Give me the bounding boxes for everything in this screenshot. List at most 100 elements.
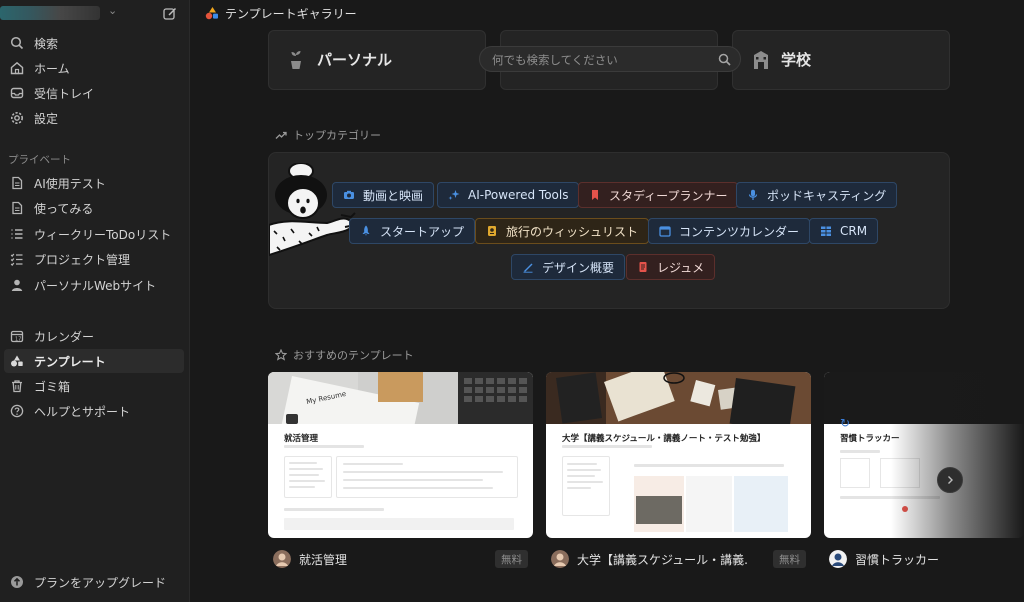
tag-resume[interactable]: レジュメ — [626, 254, 716, 280]
tag-label: 動画と映画 — [363, 188, 424, 203]
shapes-icon — [9, 353, 25, 369]
sidebar-item-templates[interactable]: テンプレート — [4, 349, 184, 373]
tag-study-planner[interactable]: スタディープランナー — [578, 182, 739, 208]
bookmark-icon — [589, 189, 601, 201]
trash-icon — [9, 378, 25, 394]
preview-line — [840, 496, 940, 499]
search-icon — [9, 35, 25, 51]
sidebar-item-label: 設定 — [34, 111, 59, 126]
tag-travel-wishlist[interactable]: 旅行のウィッシュリスト — [475, 218, 650, 244]
sidebar-item-calendar[interactable]: 17 カレンダー — [4, 324, 184, 348]
chevron-right-icon — [948, 476, 953, 484]
preview-dot — [902, 506, 908, 512]
preview-line — [634, 464, 784, 467]
rocket-icon — [360, 225, 372, 237]
tag-label: コンテンツカレンダー — [679, 224, 800, 239]
document-icon — [637, 261, 649, 273]
sidebar-item-label: AI使用テスト — [34, 176, 106, 191]
template-card-university[interactable]: 大学【講義スケジュール・講義ノート・テスト勉強】 — [546, 372, 811, 538]
chevron-down-icon: ⌄ — [108, 4, 118, 17]
tag-videos-movies[interactable]: 動画と映画 — [332, 182, 435, 208]
sidebar-item-label: ホーム — [34, 61, 70, 76]
tag-label: 旅行のウィッシュリスト — [506, 224, 639, 239]
page-icon — [9, 175, 25, 191]
tag-label: スタディープランナー — [609, 188, 728, 203]
author-avatar — [829, 550, 847, 568]
template-preview-title: 大学【講義スケジュール・講義ノート・テスト勉強】 — [562, 434, 766, 444]
star-icon — [275, 349, 287, 361]
tag-label: CRM — [840, 224, 868, 238]
home-icon — [9, 60, 25, 76]
template-card-job-hunting[interactable]: My Resume 就活管理 — [268, 372, 533, 538]
new-page-icon[interactable] — [162, 6, 178, 22]
sidebar-item-label: プロジェクト管理 — [34, 252, 131, 267]
upgrade-arrow-icon — [9, 574, 25, 590]
sidebar-item-label: 使ってみる — [34, 201, 94, 216]
tag-startup[interactable]: スタートアップ — [349, 218, 476, 244]
workspace-switcher[interactable]: ⌄ — [0, 4, 190, 22]
template-name: 就活管理 — [299, 552, 348, 567]
section-title: おすすめのテンプレート — [293, 349, 414, 362]
top-categories-panel: 動画と映画 AI-Powered Tools スタディープランナー ポッドキャス… — [268, 152, 950, 309]
template-meta-university: 大学【講義スケジュール・講義... — [551, 547, 747, 571]
template-preview-title: 習慣トラッカー — [840, 434, 900, 444]
preview-line — [284, 508, 384, 511]
sidebar-item-project[interactable]: プロジェクト管理 — [4, 247, 184, 271]
sidebar-item-inbox[interactable]: 受信トレイ — [4, 81, 184, 105]
sidebar-item-ai-test[interactable]: AI使用テスト — [4, 171, 184, 195]
sidebar-item-home[interactable]: ホーム — [4, 56, 184, 80]
tag-label: スタートアップ — [380, 224, 465, 239]
sidebar-item-try[interactable]: 使ってみる — [4, 196, 184, 220]
template-meta-habit-tracker: 習慣トラッカー — [829, 547, 939, 571]
sidebar-item-personal-web[interactable]: パーソナルWebサイト — [4, 273, 184, 297]
grid-icon — [820, 225, 832, 237]
template-name: 習慣トラッカー — [855, 552, 940, 567]
template-name: 大学【講義スケジュール・講義... — [577, 552, 747, 567]
svg-text:17: 17 — [15, 336, 21, 342]
sidebar-item-settings[interactable]: 設定 — [4, 106, 184, 130]
sidebar-item-label: ゴミ箱 — [34, 379, 71, 394]
workspace-name-blurred — [0, 6, 100, 20]
price-badge: 無料 — [773, 550, 806, 568]
template-card-habit-tracker[interactable]: ↻ 習慣トラッカー — [824, 372, 1024, 538]
upgrade-plan-button[interactable]: プランをアップグレード — [4, 570, 184, 594]
preview-panel — [686, 476, 732, 532]
tag-ai-powered-tools[interactable]: AI-Powered Tools — [437, 182, 580, 208]
gear-icon — [9, 110, 25, 126]
sidebar-item-weekly-todo[interactable]: ウィークリーToDoリスト — [4, 222, 184, 246]
sparkle-icon — [448, 189, 460, 201]
habit-icon: ↻ — [840, 416, 851, 430]
template-gallery-logo-icon — [205, 7, 218, 20]
tag-label: レジュメ — [657, 260, 705, 275]
preview-line — [284, 445, 364, 448]
plant-icon — [291, 51, 301, 69]
carousel-next-button[interactable] — [937, 467, 963, 493]
person-icon — [9, 277, 25, 293]
trending-up-icon — [275, 129, 287, 141]
sidebar-item-search[interactable]: 検索 — [4, 31, 184, 55]
template-cover-image — [546, 372, 811, 424]
preview-table — [336, 456, 518, 498]
category-card-school[interactable]: 学校 — [732, 30, 950, 90]
calendar-icon: 17 — [9, 328, 25, 344]
top-categories-heading: トップカテゴリー — [275, 127, 381, 143]
tag-content-calendar[interactable]: コンテンツカレンダー — [648, 218, 811, 244]
school-icon — [754, 51, 768, 69]
tag-design-brief[interactable]: デザイン概要 — [511, 254, 626, 280]
search-box[interactable] — [479, 46, 741, 72]
search-icon[interactable] — [718, 53, 731, 66]
template-cover-image — [824, 372, 1024, 424]
tag-crm[interactable]: CRM — [809, 218, 879, 244]
list-icon — [9, 226, 25, 242]
search-input[interactable] — [492, 51, 712, 68]
checklist-icon — [9, 251, 25, 267]
sidebar-item-help[interactable]: ヘルプとサポート — [4, 399, 184, 423]
sidebar-item-trash[interactable]: ゴミ箱 — [4, 374, 184, 398]
category-card-personal[interactable]: パーソナル — [268, 30, 486, 90]
sidebar-item-label: 受信トレイ — [34, 86, 95, 101]
calendar-icon — [659, 225, 671, 237]
template-meta-job-hunting: 就活管理 — [273, 547, 347, 571]
tag-podcasting[interactable]: ポッドキャスティング — [736, 182, 898, 208]
preview-line — [562, 445, 652, 448]
private-section-label: プライベート — [8, 154, 71, 166]
